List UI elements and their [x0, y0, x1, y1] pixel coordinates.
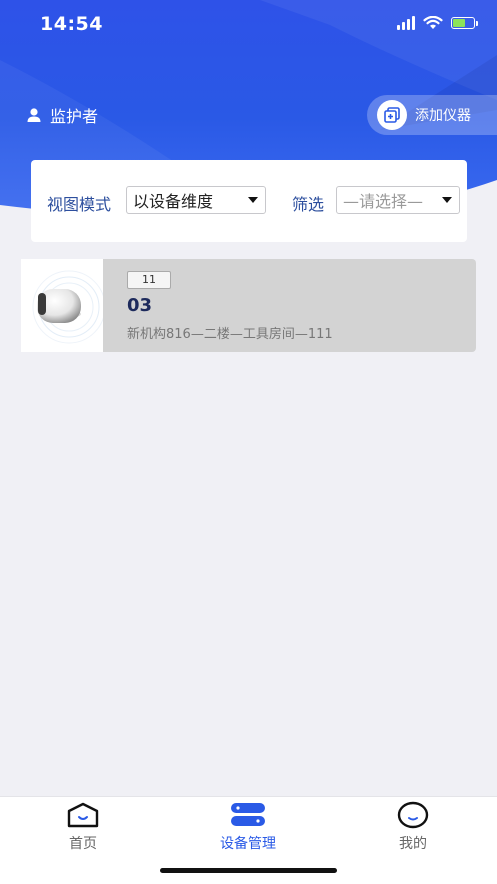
status-bar: 14:54 — [0, 0, 497, 50]
view-mode-value: 以设备维度 — [133, 192, 214, 211]
device-tag: 11 — [127, 271, 171, 289]
chevron-down-icon — [442, 197, 452, 203]
device-management-icon — [231, 803, 265, 826]
view-mode-label: 视图模式 — [47, 195, 112, 214]
wifi-icon — [423, 16, 443, 29]
chevron-down-icon — [248, 197, 258, 203]
device-image — [21, 259, 103, 352]
add-device-icon — [377, 100, 407, 130]
user-role-label: 监护者 — [50, 107, 99, 126]
home-icon — [67, 802, 99, 828]
device-puck-icon — [32, 270, 103, 344]
device-card[interactable]: 11 03 新机构816—二楼—工具房间—111 — [21, 259, 476, 352]
tab-home-label: 首页 — [69, 836, 97, 852]
filter-card: 视图模式 以设备维度 筛选 —请选择— — [31, 160, 467, 242]
filter-select[interactable]: —请选择— — [336, 186, 460, 214]
battery-level-fill — [453, 19, 465, 27]
tab-profile[interactable]: 我的 — [353, 801, 473, 853]
device-name: 03 — [127, 295, 153, 316]
device-location: 新机构816—二楼—工具房间—111 — [127, 327, 333, 342]
status-icons — [397, 16, 478, 30]
tab-profile-label: 我的 — [399, 836, 427, 852]
battery-charging-icon — [451, 17, 478, 29]
user-role[interactable]: 监护者 — [26, 103, 98, 127]
person-icon — [27, 108, 41, 122]
add-device-button[interactable]: 添加仪器 — [367, 95, 497, 135]
profile-icon — [397, 801, 429, 829]
tab-device-management-label: 设备管理 — [220, 836, 276, 852]
view-mode-select[interactable]: 以设备维度 — [126, 186, 266, 214]
filter-label: 筛选 — [292, 195, 325, 214]
status-time: 14:54 — [40, 13, 103, 35]
cellular-signal-icon — [397, 16, 415, 30]
home-indicator — [160, 868, 337, 873]
add-device-label: 添加仪器 — [415, 108, 471, 124]
filter-placeholder: —请选择— — [343, 192, 424, 211]
tab-home[interactable]: 首页 — [23, 801, 143, 853]
device-info: 11 03 新机构816—二楼—工具房间—111 — [103, 259, 476, 352]
tab-device-management[interactable]: 设备管理 — [188, 801, 308, 853]
